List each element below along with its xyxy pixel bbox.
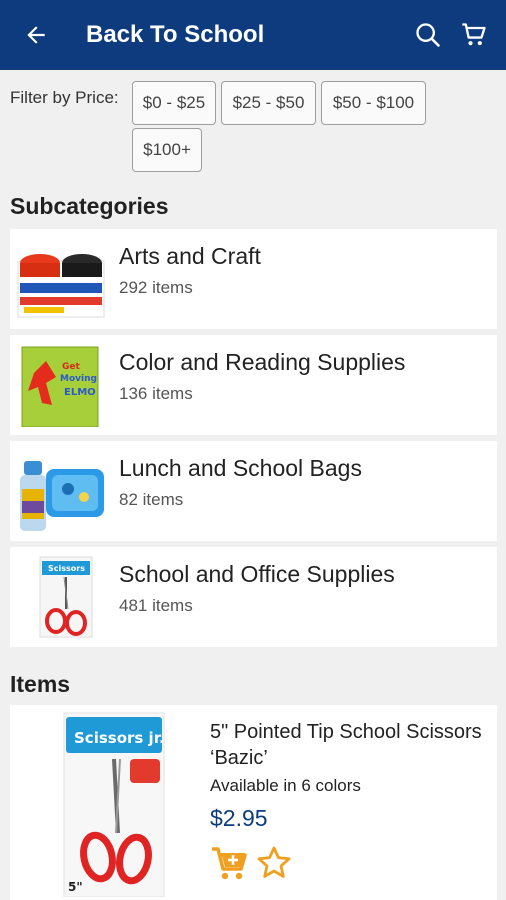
arts-and-craft-thumbnail — [17, 254, 105, 318]
product-availability: Available in 6 colors — [210, 776, 361, 795]
app-bar: Back To School — [0, 0, 506, 70]
svg-text:Get: Get — [62, 362, 80, 372]
items-heading: Items — [10, 671, 71, 697]
subcategory-lunch-and-school-bags[interactable]: Lunch and School Bags 82 items — [10, 441, 497, 541]
price-filter-25-50[interactable]: $25 - $50 — [221, 81, 316, 125]
price-filter-0-25[interactable]: $0 - $25 — [132, 81, 216, 125]
subcategory-count: 136 items — [119, 384, 193, 403]
subcategory-count: 292 items — [119, 278, 193, 297]
svg-text:ELMO: ELMO — [64, 387, 96, 398]
subcategories-heading: Subcategories — [10, 193, 169, 219]
lunch-and-school-bags-thumbnail — [20, 461, 104, 531]
arrow-back-icon[interactable] — [16, 15, 56, 55]
svg-text:Scissors jr.: Scissors jr. — [74, 729, 165, 747]
product-card[interactable]: Scissors jr. 5" 5" Pointed Tip School Sc… — [10, 705, 497, 900]
price-filter-50-100[interactable]: $50 - $100 — [321, 81, 426, 125]
product-image: Scissors jr. 5" — [63, 712, 165, 897]
subcategory-arts-and-craft[interactable]: Arts and Craft 292 items — [10, 229, 497, 329]
search-icon[interactable] — [408, 15, 448, 55]
add-to-cart-icon[interactable] — [210, 845, 248, 881]
page-title: Back To School — [86, 21, 265, 48]
svg-text:Scissors: Scissors — [48, 564, 85, 573]
product-name: 5" Pointed Tip School Scissors ‘Bazic’ — [210, 721, 482, 769]
shopping-cart-icon[interactable] — [454, 15, 494, 55]
svg-text:Moving: Moving — [60, 374, 97, 384]
subcategory-count: 82 items — [119, 490, 184, 509]
subcategory-name: Lunch and School Bags — [119, 455, 362, 481]
subcategory-name: Color and Reading Supplies — [119, 349, 406, 375]
color-and-reading-thumbnail: Get Moving ELMO — [21, 346, 99, 427]
filter-label: Filter by Price: — [10, 88, 119, 107]
subcategory-name: Arts and Craft — [119, 243, 261, 269]
price-filter-100-plus[interactable]: $100+ — [132, 128, 202, 172]
subcategory-color-and-reading[interactable]: Get Moving ELMO Color and Reading Suppli… — [10, 335, 497, 435]
subcategory-school-and-office[interactable]: Scissors School and Office Supplies 481 … — [10, 547, 497, 647]
svg-text:5": 5" — [68, 880, 83, 894]
star-outline-icon[interactable] — [256, 845, 292, 881]
subcategory-name: School and Office Supplies — [119, 561, 395, 587]
school-and-office-thumbnail: Scissors — [39, 556, 93, 638]
subcategory-count: 481 items — [119, 596, 193, 615]
product-price: $2.95 — [210, 805, 268, 831]
